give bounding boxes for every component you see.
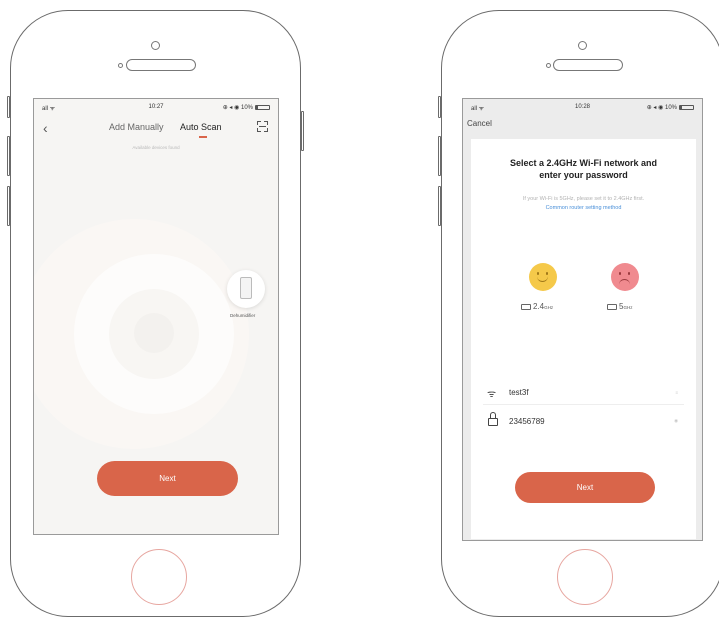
radar-center <box>134 313 174 353</box>
wifi-icon: ᯤ <box>487 389 497 400</box>
sad-face-icon <box>611 263 639 291</box>
battery-icon <box>255 104 270 110</box>
right-screen: all ᯤ 10:28 ⊕ ◂ ◉ 10% Cancel Select a 2.… <box>462 98 703 541</box>
next-button[interactable]: Next <box>515 472 655 503</box>
right-phone: all ᯤ 10:28 ⊕ ◂ ◉ 10% Cancel Select a 2.… <box>438 10 719 617</box>
lock-shackle <box>490 412 496 419</box>
left-phone: all ᯤ 10:27 ⊕ ◂ ◉ 10% ‹ Add Manually Aut… <box>7 10 304 617</box>
divider <box>483 404 684 405</box>
mute-switch <box>438 96 441 118</box>
volume-down-button <box>438 186 441 226</box>
status-right: ⊕ ◂ ◉ 10% <box>647 104 694 111</box>
front-camera <box>151 41 160 50</box>
wifi-list-icon[interactable]: ≡ <box>675 390 678 395</box>
password-value: 23456789 <box>509 417 545 426</box>
card-subtitle: If your Wi-Fi is 5GHz, please set it to … <box>522 196 645 202</box>
tab-auto-scan[interactable]: Auto Scan <box>180 122 222 132</box>
volume-up-button <box>438 136 441 176</box>
front-camera <box>578 41 587 50</box>
wifi-card: Select a 2.4GHz Wi-Fi network and enter … <box>471 139 696 539</box>
status-right: ⊕ ◂ ◉ 10% <box>223 104 270 111</box>
router-settings-link[interactable]: Common router setting method <box>471 205 696 211</box>
wifi-ssid: test3f <box>509 388 529 397</box>
left-screen: all ᯤ 10:27 ⊕ ◂ ◉ 10% ‹ Add Manually Aut… <box>33 98 279 535</box>
volume-up-button <box>7 136 10 176</box>
card-title-line1: Select a 2.4GHz Wi-Fi network and <box>510 158 657 168</box>
battery-icon <box>679 104 694 110</box>
home-button[interactable] <box>131 549 187 605</box>
happy-face-icon <box>529 263 557 291</box>
band-5ghz: 5GHz <box>607 302 632 311</box>
power-button <box>301 111 304 151</box>
wifi-ssid-field[interactable]: ᯤ test3f ≡ <box>471 384 696 404</box>
router-icon <box>607 303 617 310</box>
device-label: Dehumidifier <box>230 313 256 318</box>
sensor-dot <box>546 63 551 68</box>
found-device[interactable] <box>227 270 265 308</box>
band-24ghz: 2.4GHz <box>521 302 553 311</box>
home-button[interactable] <box>557 549 613 605</box>
volume-down-button <box>7 186 10 226</box>
active-tab-indicator <box>199 136 207 138</box>
earpiece-speaker <box>126 59 196 71</box>
eye-icon[interactable]: ◉ <box>674 418 678 424</box>
lock-icon <box>488 418 498 426</box>
sensor-dot <box>118 63 123 68</box>
status-bar: all ᯤ 10:28 ⊕ ◂ ◉ 10% <box>463 99 702 115</box>
dehumidifier-icon <box>240 277 252 299</box>
status-bar: all ᯤ 10:27 ⊕ ◂ ◉ 10% <box>34 99 278 115</box>
cancel-button[interactable]: Cancel <box>467 119 492 128</box>
earpiece-speaker <box>553 59 623 71</box>
mute-switch <box>7 96 10 118</box>
scan-hint: Available devices found <box>132 145 180 150</box>
password-field[interactable]: 23456789 ◉ <box>471 412 696 432</box>
scan-icon[interactable] <box>257 121 268 132</box>
nav-bar: ‹ Add Manually Auto Scan <box>34 117 278 139</box>
router-icon <box>521 303 531 310</box>
next-button[interactable]: Next <box>97 461 238 496</box>
chevron-left-icon[interactable]: ‹ <box>43 120 48 136</box>
tab-add-manually[interactable]: Add Manually <box>109 122 164 132</box>
card-title-line2: enter your password <box>539 170 628 180</box>
